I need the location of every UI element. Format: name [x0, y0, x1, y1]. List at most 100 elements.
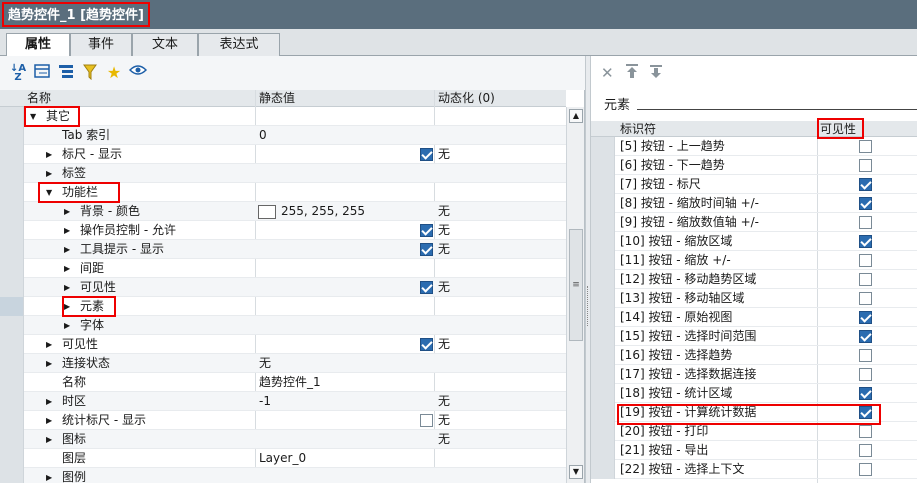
expanded-arrow-icon[interactable]: ▼	[46, 183, 52, 202]
delete-x-icon[interactable]: ✕	[601, 64, 614, 82]
element-row[interactable]: [12] 按钮 - 移动趋势区域	[591, 270, 917, 289]
property-row[interactable]: ▶ 标签	[0, 164, 566, 183]
expanded-arrow-icon[interactable]: ▼	[30, 107, 36, 126]
sort-az-icon[interactable]: ↓A Z	[9, 64, 27, 83]
property-dynamic-value[interactable]: 无	[438, 278, 450, 297]
property-row[interactable]: ▶ 连接状态 无	[0, 354, 566, 373]
collapsed-arrow-icon[interactable]: ▶	[46, 411, 52, 430]
collapsed-arrow-icon[interactable]: ▶	[46, 392, 52, 411]
property-row[interactable]: ▶ 操作员控制 - 允许 无	[0, 221, 566, 240]
element-row[interactable]: [10] 按钮 - 缩放区域	[591, 232, 917, 251]
filter-icon[interactable]	[81, 64, 99, 82]
property-row[interactable]: 名称 趋势控件_1	[0, 373, 566, 392]
visibility-checkbox[interactable]	[859, 292, 872, 305]
element-row[interactable]: [21] 按钮 - 导出	[591, 441, 917, 460]
visibility-checkbox[interactable]	[859, 425, 872, 438]
property-dynamic-value[interactable]: 无	[438, 335, 450, 354]
tab-events[interactable]: 事件	[70, 33, 132, 56]
property-static-value[interactable]: 无	[259, 354, 271, 373]
property-dynamic-value[interactable]: 无	[438, 202, 450, 221]
property-checkbox[interactable]	[420, 281, 433, 294]
property-row[interactable]: ▼ 其它	[0, 107, 566, 126]
visibility-checkbox[interactable]	[859, 349, 872, 362]
scroll-up-icon[interactable]: ▲	[569, 109, 583, 123]
view-eye-icon[interactable]	[128, 64, 148, 82]
property-checkbox[interactable]	[420, 224, 433, 237]
property-row[interactable]: ▶ 背景 - 颜色 255, 255, 255 无	[0, 202, 566, 221]
property-static-value[interactable]: 255, 255, 255	[281, 202, 365, 221]
property-row[interactable]: ▶ 图例	[0, 468, 566, 483]
collapsed-arrow-icon[interactable]: ▶	[46, 335, 52, 354]
column-header-visibility[interactable]: 可见性	[820, 121, 856, 137]
element-row[interactable]: [16] 按钮 - 选择趋势	[591, 346, 917, 365]
property-checkbox[interactable]	[420, 243, 433, 256]
element-row[interactable]: [8] 按钮 - 缩放时间轴 +/-	[591, 194, 917, 213]
properties-scrollbar[interactable]: ▲ ≡ ▼	[566, 107, 584, 483]
property-row[interactable]: ▶ 标尺 - 显示 无	[0, 145, 566, 164]
visibility-checkbox[interactable]	[859, 197, 872, 210]
property-row[interactable]: 图层 Layer_0	[0, 449, 566, 468]
property-row[interactable]: ▶ 统计标尺 - 显示 无	[0, 411, 566, 430]
element-row[interactable]: [15] 按钮 - 选择时间范围	[591, 327, 917, 346]
property-checkbox[interactable]	[420, 338, 433, 351]
collapsed-arrow-icon[interactable]: ▶	[64, 259, 70, 278]
visibility-checkbox[interactable]	[859, 178, 872, 191]
favorite-star-icon[interactable]: ★	[105, 64, 123, 82]
element-row[interactable]: [7] 按钮 - 标尺	[591, 175, 917, 194]
tab-texts[interactable]: 文本	[132, 33, 198, 56]
scroll-thumb[interactable]: ≡	[569, 229, 583, 341]
property-dynamic-value[interactable]: 无	[438, 221, 450, 240]
collapsed-arrow-icon[interactable]: ▶	[64, 240, 70, 259]
visibility-checkbox[interactable]	[859, 159, 872, 172]
element-row[interactable]: [11] 按钮 - 缩放 +/-	[591, 251, 917, 270]
property-row[interactable]: ▶ 间距	[0, 259, 566, 278]
column-header-name[interactable]: 名称	[27, 90, 51, 107]
property-row[interactable]: ▼ 功能栏	[0, 183, 566, 202]
element-row[interactable]: [18] 按钮 - 统计区域	[591, 384, 917, 403]
collapsed-arrow-icon[interactable]: ▶	[46, 468, 52, 483]
tree-view-icon[interactable]	[57, 64, 75, 82]
collapsed-arrow-icon[interactable]: ▶	[46, 430, 52, 449]
list-view-icon[interactable]	[33, 64, 51, 82]
property-row[interactable]: ▶ 时区 -1 无	[0, 392, 566, 411]
property-checkbox[interactable]	[420, 148, 433, 161]
move-down-icon[interactable]	[649, 64, 663, 83]
property-dynamic-value[interactable]: 无	[438, 430, 450, 449]
element-row[interactable]: [13] 按钮 - 移动轴区域	[591, 289, 917, 308]
collapsed-arrow-icon[interactable]: ▶	[64, 278, 70, 297]
collapsed-arrow-icon[interactable]: ▶	[46, 354, 52, 373]
visibility-checkbox[interactable]	[859, 235, 872, 248]
element-row[interactable]: [14] 按钮 - 原始视图	[591, 308, 917, 327]
visibility-checkbox[interactable]	[859, 311, 872, 324]
property-row[interactable]: ▶ 字体	[0, 316, 566, 335]
collapsed-arrow-icon[interactable]: ▶	[64, 221, 70, 240]
visibility-checkbox[interactable]	[859, 463, 872, 476]
element-row[interactable]: [5] 按钮 - 上一趋势	[591, 137, 917, 156]
property-row[interactable]: ▶ 可见性 无	[0, 335, 566, 354]
tab-properties[interactable]: 属性	[6, 33, 70, 57]
move-up-icon[interactable]	[625, 64, 639, 83]
property-row[interactable]: ▶ 可见性 无	[0, 278, 566, 297]
property-row[interactable]: ▶ 图标 无	[0, 430, 566, 449]
visibility-checkbox[interactable]	[859, 387, 872, 400]
property-row[interactable]: ▶ 工具提示 - 显示 无	[0, 240, 566, 259]
collapsed-arrow-icon[interactable]: ▶	[64, 202, 70, 221]
property-dynamic-value[interactable]: 无	[438, 392, 450, 411]
visibility-checkbox[interactable]	[859, 444, 872, 457]
property-dynamic-value[interactable]: 无	[438, 145, 450, 164]
property-static-value[interactable]: -1	[259, 392, 271, 411]
element-row[interactable]: [22] 按钮 - 选择上下文	[591, 460, 917, 479]
visibility-checkbox[interactable]	[859, 330, 872, 343]
element-row[interactable]: [17] 按钮 - 选择数据连接	[591, 365, 917, 384]
element-row[interactable]: [20] 按钮 - 打印	[591, 422, 917, 441]
collapsed-arrow-icon[interactable]: ▶	[64, 316, 70, 335]
visibility-checkbox[interactable]	[859, 216, 872, 229]
element-row[interactable]: [19] 按钮 - 计算统计数据	[591, 403, 917, 422]
visibility-checkbox[interactable]	[859, 140, 872, 153]
property-static-value[interactable]: Layer_0	[259, 449, 306, 468]
column-header-dynamic[interactable]: 动态化 (0)	[438, 90, 495, 107]
property-dynamic-value[interactable]: 无	[438, 411, 450, 430]
collapsed-arrow-icon[interactable]: ▶	[46, 145, 52, 164]
color-swatch[interactable]	[258, 205, 276, 219]
collapsed-arrow-icon[interactable]: ▶	[64, 297, 70, 316]
